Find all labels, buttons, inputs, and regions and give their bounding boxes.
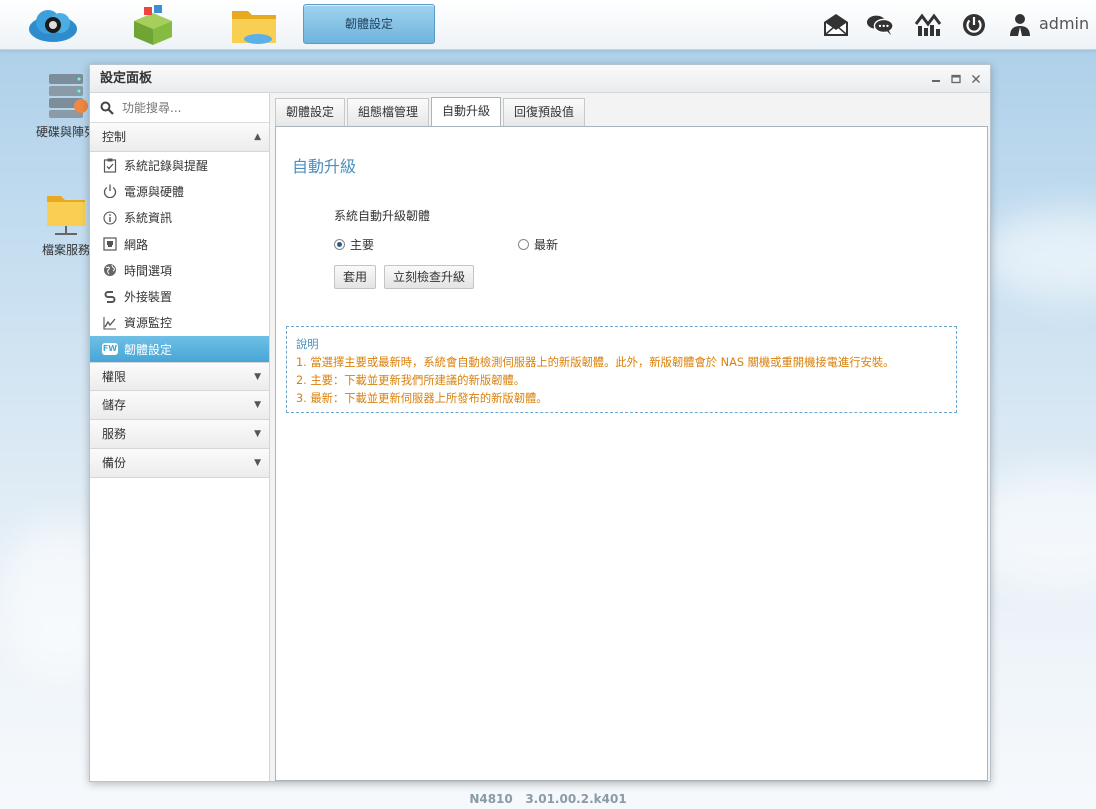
radio-latest-label: 最新 <box>534 238 559 252</box>
chevron-up-icon: ▲ <box>254 132 261 142</box>
globe-icon <box>102 262 118 278</box>
power-icon <box>102 183 118 199</box>
radio-main-option[interactable]: 主要 <box>334 236 374 253</box>
sidebar-item-network[interactable]: 網路 <box>90 231 269 257</box>
sidebar: 控制 ▲ 系統記錄與提醒 電源與硬體 系統資訊 網路 <box>90 93 270 781</box>
maximize-icon[interactable] <box>950 73 962 85</box>
sidebar-item-label: 系統資訊 <box>124 211 173 226</box>
auto-upgrade-panel: 自動升級 系統自動升級韌體 主要 最新 套用 立刻檢查升級 說明 1. 當選擇主… <box>275 126 988 781</box>
close-icon[interactable] <box>970 73 982 85</box>
description-line: 2. 主要：下載並更新我們所建議的新版韌體。 <box>296 374 526 387</box>
section-label: 備份 <box>102 456 127 471</box>
sidebar-section-backup[interactable]: 備份 ▼ <box>90 449 269 479</box>
sidebar-item-label: 電源與硬體 <box>124 184 185 199</box>
main-content: 韌體設定 組態檔管理 自動升級 回復預設值 自動升級 系統自動升級韌體 主要 最… <box>275 97 988 781</box>
description-box: 說明 1. 當選擇主要或最新時，系統會自動檢測伺服器上的新版韌體。此外，新版韌體… <box>286 326 957 413</box>
fw-badge-text: FW <box>102 343 118 356</box>
network-port-icon <box>102 236 118 252</box>
taskbar: 韌體設定 admin <box>0 0 1096 50</box>
chevron-down-icon: ▼ <box>254 458 261 469</box>
fw-badge-icon: FW <box>102 341 118 357</box>
tab-firmware-settings[interactable]: 韌體設定 <box>275 98 346 127</box>
firmware-version: 3.01.00.2.k401 <box>525 792 627 806</box>
sidebar-item-label: 網路 <box>124 237 149 252</box>
window-title-bar[interactable]: 設定面板 <box>90 65 990 93</box>
sidebar-item-external-devices[interactable]: 外接裝置 <box>90 283 269 309</box>
sidebar-item-label: 系統記錄與提醒 <box>124 158 209 173</box>
sidebar-item-label: 外接裝置 <box>124 290 173 305</box>
usb-device-icon <box>102 289 118 305</box>
section-label: 權限 <box>102 370 127 385</box>
disk-array-icon <box>49 74 88 118</box>
sidebar-item-system-info[interactable]: 系統資訊 <box>90 205 269 231</box>
resource-monitor-icon[interactable] <box>914 12 942 38</box>
auto-upgrade-option-label: 系統自動升級韌體 <box>334 209 431 223</box>
sidebar-item-label: 韌體設定 <box>124 342 173 357</box>
radio-main[interactable] <box>334 239 345 250</box>
sidebar-item-firmware[interactable]: FW 韌體設定 <box>90 336 269 363</box>
window-title: 設定面板 <box>100 71 153 86</box>
file-service-folder-icon <box>47 196 85 235</box>
clipboard-check-icon <box>102 157 118 173</box>
firmware-version-footer: N4810 3.01.00.2.k401 <box>0 792 1096 806</box>
sidebar-item-label: 時間選項 <box>124 263 173 278</box>
taskbar-window-button[interactable]: 韌體設定 <box>303 4 435 44</box>
sidebar-item-resource-monitor[interactable]: 資源監控 <box>90 310 269 336</box>
chat-icon[interactable] <box>866 12 894 38</box>
apply-button[interactable]: 套用 <box>334 265 377 289</box>
page-title: 自動升級 <box>292 157 357 176</box>
minimize-icon[interactable] <box>930 73 942 85</box>
app-store-icon[interactable] <box>126 3 180 47</box>
sidebar-section-storage[interactable]: 儲存 ▼ <box>90 391 269 421</box>
model-name: N4810 <box>469 792 513 806</box>
search-icon <box>100 101 114 115</box>
search-input[interactable] <box>122 100 252 115</box>
section-label: 服務 <box>102 427 127 442</box>
user-name[interactable]: admin <box>1039 14 1089 33</box>
chevron-down-icon: ▼ <box>254 372 261 383</box>
radio-main-label: 主要 <box>350 238 375 252</box>
tab-bar: 韌體設定 組態檔管理 自動升級 回復預設值 <box>275 97 988 127</box>
cloud-app-icon[interactable] <box>26 3 80 47</box>
sidebar-item-logs[interactable]: 系統記錄與提醒 <box>90 152 269 178</box>
sidebar-section-privileges[interactable]: 權限 ▼ <box>90 362 269 392</box>
sidebar-item-power[interactable]: 電源與硬體 <box>90 178 269 204</box>
description-line: 1. 當選擇主要或最新時，系統會自動檢測伺服器上的新版韌體。此外，新版韌體會於 … <box>296 356 895 369</box>
check-upgrade-button[interactable]: 立刻檢查升級 <box>384 265 475 289</box>
tab-auto-upgrade[interactable]: 自動升級 <box>431 97 502 127</box>
radio-latest-option[interactable]: 最新 <box>518 236 558 253</box>
user-icon[interactable] <box>1008 12 1032 38</box>
power-icon[interactable] <box>960 12 988 38</box>
description-title: 說明 <box>296 338 319 351</box>
line-chart-icon <box>102 315 118 331</box>
section-label: 儲存 <box>102 398 127 413</box>
sidebar-section-control[interactable]: 控制 ▲ <box>90 123 269 152</box>
settings-window: 設定面板 控制 ▲ <box>89 64 991 782</box>
info-icon <box>102 210 118 226</box>
description-line: 3. 最新：下載並更新伺服器上所發布的新版韌體。 <box>296 392 548 405</box>
file-manager-icon[interactable] <box>228 3 282 47</box>
chevron-down-icon: ▼ <box>254 400 261 411</box>
radio-latest[interactable] <box>518 239 529 250</box>
sidebar-item-time[interactable]: 時間選項 <box>90 257 269 283</box>
chevron-down-icon: ▼ <box>254 429 261 440</box>
tab-restore-defaults[interactable]: 回復預設值 <box>503 98 586 127</box>
tab-config-management[interactable]: 組態檔管理 <box>347 98 430 127</box>
sidebar-item-label: 資源監控 <box>124 316 173 331</box>
sidebar-section-services[interactable]: 服務 ▼ <box>90 420 269 450</box>
search-box <box>90 93 269 123</box>
section-label: 控制 <box>102 130 127 144</box>
mail-icon[interactable] <box>822 12 850 38</box>
